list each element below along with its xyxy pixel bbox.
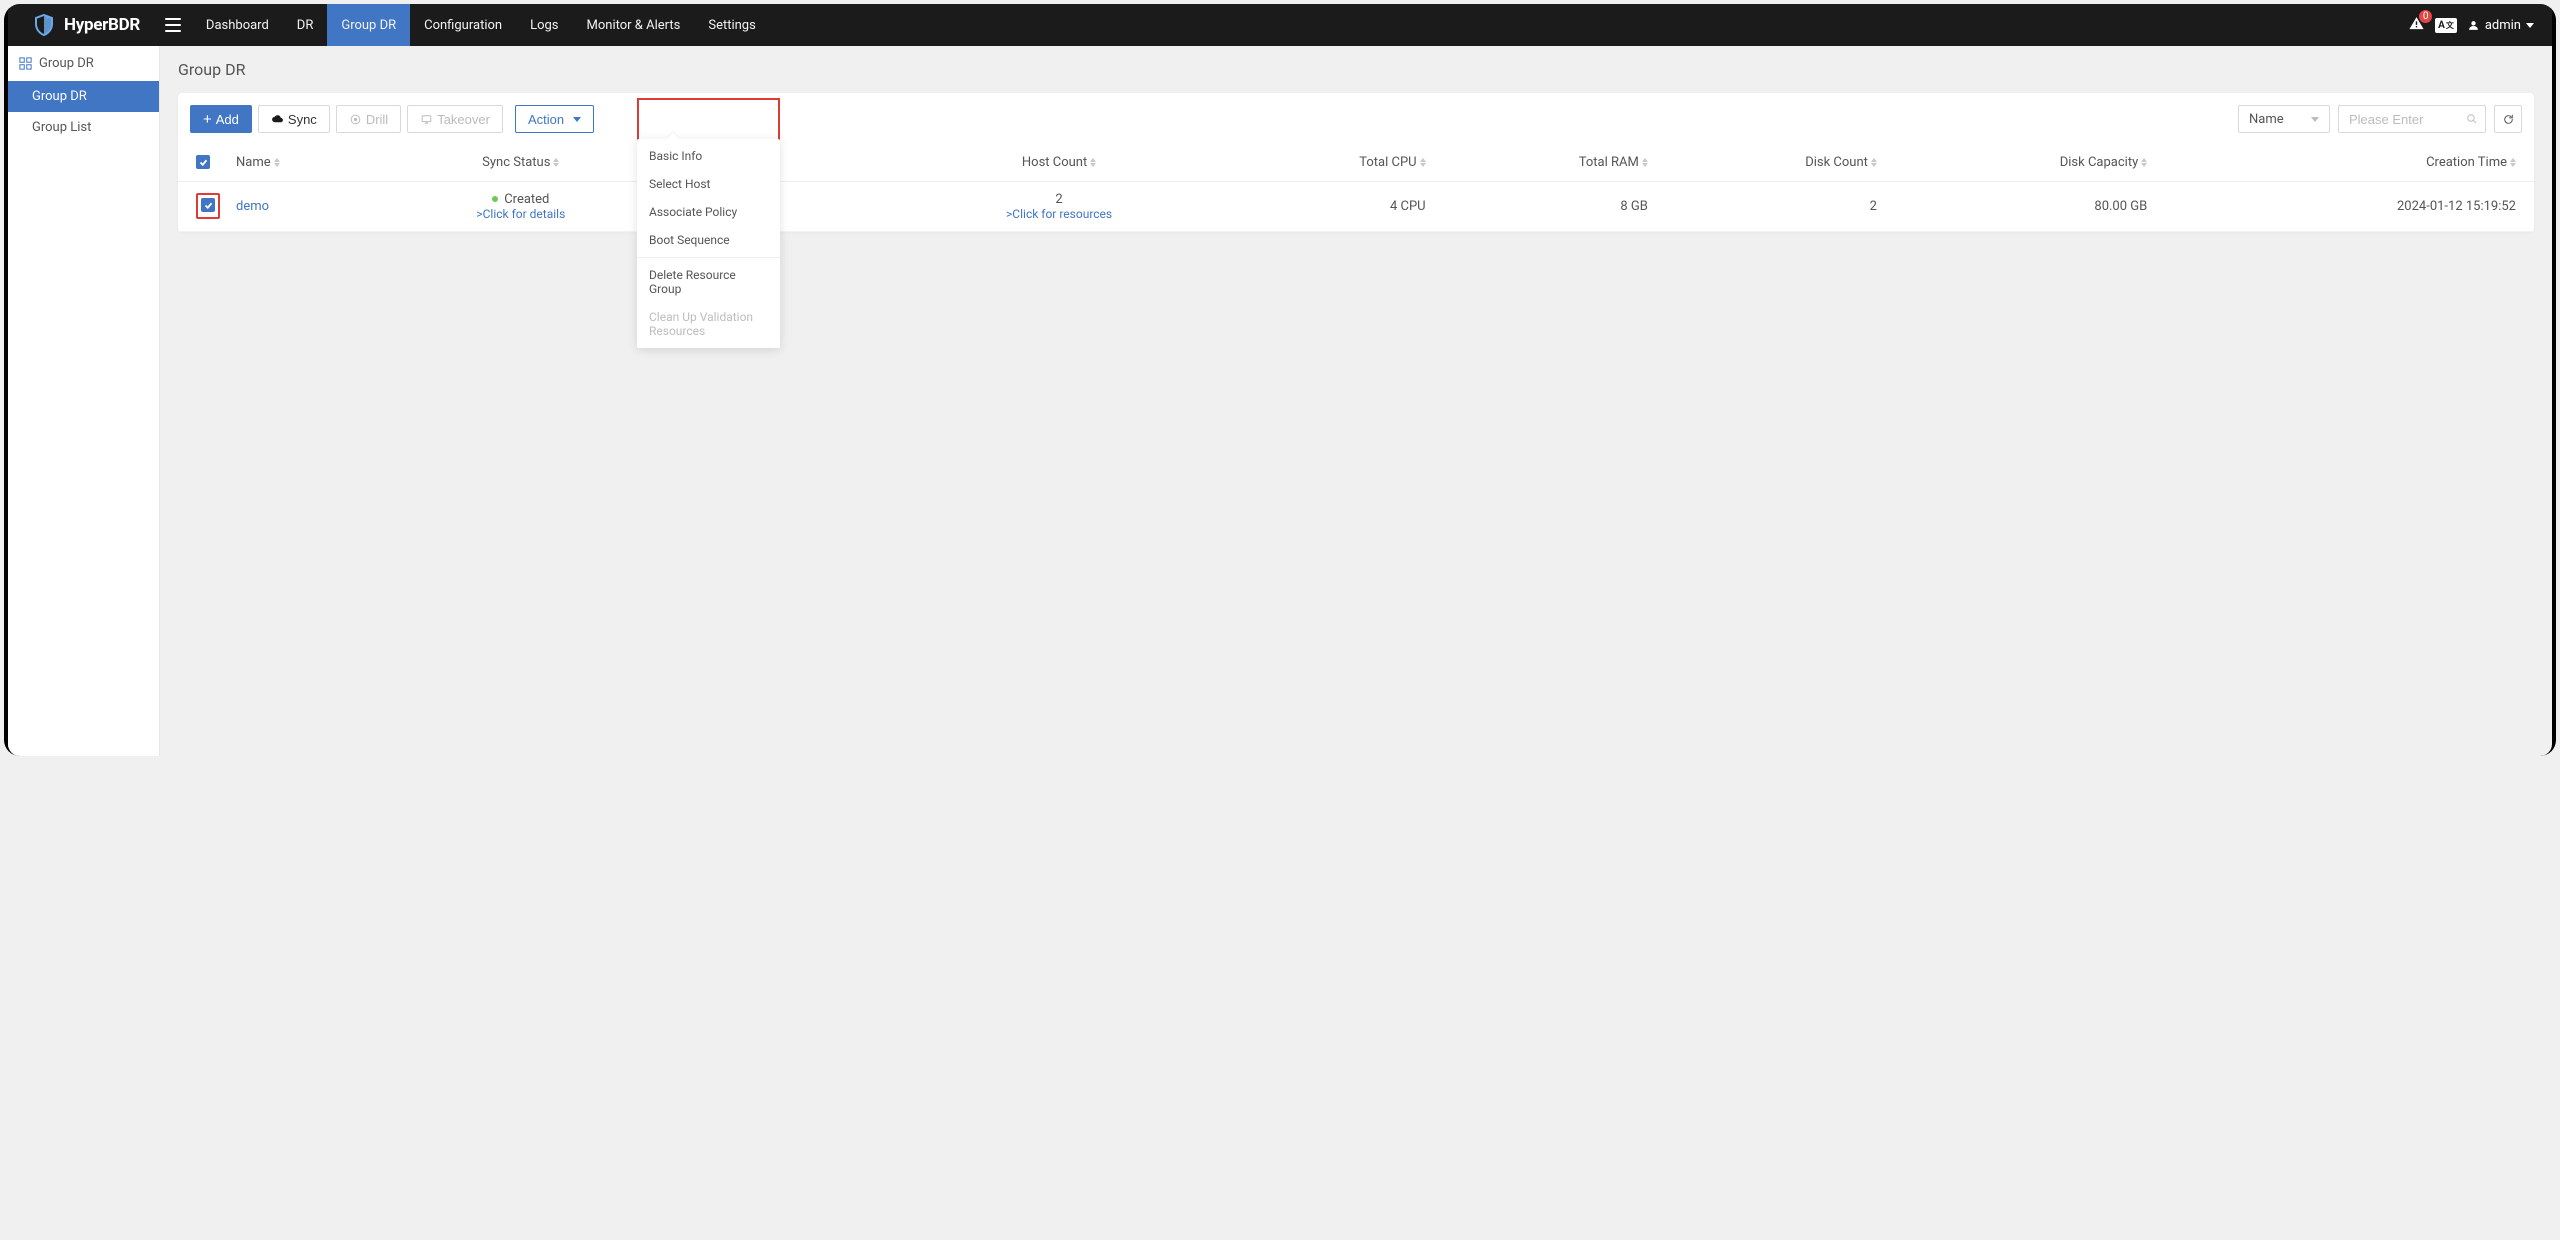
col-creation-time[interactable]: Creation Time: [2155, 145, 2534, 181]
action-basic-info[interactable]: Basic Info: [637, 142, 780, 170]
sidebar: Group DR Group DR Group List: [8, 46, 160, 756]
disk-capacity-text: 80.00 GB: [1885, 181, 2155, 231]
search-box: [2338, 105, 2486, 133]
sidebar-header: Group DR: [8, 46, 159, 81]
search-input[interactable]: [2338, 105, 2486, 133]
nav-dashboard[interactable]: Dashboard: [192, 4, 283, 46]
chevron-down-icon: [2311, 117, 2319, 122]
col-total-cpu[interactable]: Total CPU: [1219, 145, 1434, 181]
top-nav: HyperBDR Dashboard DR Group DR Configura…: [8, 4, 2552, 46]
nav-right: 0 A文 admin: [2408, 15, 2552, 36]
group-table: Name Sync Status Boot Status Host Count …: [178, 145, 2534, 232]
main-content: Group DR +Add Sync Drill: [160, 46, 2552, 756]
col-checkbox: [178, 145, 228, 181]
col-disk-count[interactable]: Disk Count: [1656, 145, 1885, 181]
sort-icon: [1420, 158, 1426, 167]
alert-badge: 0: [2419, 10, 2432, 23]
col-name[interactable]: Name: [228, 145, 384, 181]
nav-monitor-alerts[interactable]: Monitor & Alerts: [573, 4, 695, 46]
col-disk-capacity[interactable]: Disk Capacity: [1885, 145, 2155, 181]
highlight-checkbox: [196, 193, 220, 219]
action-cleanup: Clean Up Validation Resources: [637, 303, 780, 345]
sort-icon: [2141, 158, 2147, 167]
drill-icon: [349, 113, 362, 126]
sync-button[interactable]: Sync: [258, 105, 330, 133]
person-icon: [2467, 19, 2480, 32]
action-select-host[interactable]: Select Host: [637, 170, 780, 198]
username: admin: [2485, 18, 2521, 33]
disk-count-text: 2: [1656, 181, 1885, 231]
total-ram-text: 8 GB: [1434, 181, 1656, 231]
refresh-button[interactable]: [2494, 105, 2522, 133]
user-menu[interactable]: admin: [2467, 18, 2534, 33]
refresh-icon: [2502, 113, 2515, 126]
grid-icon: [18, 56, 33, 71]
search-icon: [2465, 112, 2478, 125]
sync-details-link[interactable]: >Click for details: [476, 207, 565, 221]
action-associate-policy[interactable]: Associate Policy: [637, 198, 780, 226]
language-switcher[interactable]: A文: [2435, 18, 2457, 33]
col-total-ram[interactable]: Total RAM: [1434, 145, 1656, 181]
action-boot-sequence[interactable]: Boot Sequence: [637, 226, 780, 254]
sort-icon: [2510, 158, 2516, 167]
plus-icon: +: [203, 112, 212, 127]
col-host-count[interactable]: Host Count: [900, 145, 1219, 181]
host-resources-link[interactable]: >Click for resources: [1006, 207, 1112, 221]
nav-dr[interactable]: DR: [283, 4, 328, 46]
alerts-button[interactable]: 0: [2408, 15, 2425, 36]
menu-toggle-icon[interactable]: [154, 18, 192, 32]
chevron-down-icon: [2526, 23, 2534, 28]
brand-text: HyperBDR: [64, 15, 140, 35]
toolbar: +Add Sync Drill Takeover: [178, 93, 2534, 145]
takeover-icon: [420, 113, 433, 126]
shield-logo-icon: [32, 13, 56, 37]
sync-status-text: Created: [492, 192, 549, 207]
panel: +Add Sync Drill Takeover: [178, 93, 2534, 232]
page-title: Group DR: [178, 60, 2534, 79]
divider: [637, 257, 780, 258]
table-row: demo Created >Click for details No Task: [178, 181, 2534, 231]
drill-button: Drill: [336, 105, 401, 133]
chevron-down-icon: [573, 117, 581, 122]
sidebar-item-group-dr[interactable]: Group DR: [8, 81, 159, 112]
sort-icon: [553, 158, 559, 167]
sort-icon: [274, 158, 280, 167]
host-count-text: 2: [1055, 192, 1062, 207]
takeover-button: Takeover: [407, 105, 503, 133]
total-cpu-text: 4 CPU: [1219, 181, 1434, 231]
action-delete-group[interactable]: Delete Resource Group: [637, 261, 780, 303]
sort-icon: [1871, 158, 1877, 167]
row-name-link[interactable]: demo: [236, 199, 269, 214]
checkbox-all[interactable]: [196, 155, 210, 169]
col-sync-status[interactable]: Sync Status: [384, 145, 658, 181]
nav-items: Dashboard DR Group DR Configuration Logs…: [192, 4, 770, 46]
action-button[interactable]: Action: [515, 105, 594, 133]
status-dot-icon: [492, 196, 498, 202]
cloud-icon: [271, 113, 284, 126]
row-checkbox[interactable]: [201, 198, 215, 212]
nav-logs[interactable]: Logs: [516, 4, 572, 46]
nav-group-dr[interactable]: Group DR: [327, 4, 410, 46]
add-button[interactable]: +Add: [190, 105, 252, 133]
sort-icon: [1090, 158, 1096, 167]
brand-logo: HyperBDR: [8, 13, 154, 37]
sort-icon: [1642, 158, 1648, 167]
nav-configuration[interactable]: Configuration: [410, 4, 516, 46]
sidebar-item-group-list[interactable]: Group List: [8, 112, 159, 143]
filter-field-select[interactable]: Name: [2238, 105, 2330, 133]
creation-time-text: 2024-01-12 15:19:52: [2155, 181, 2534, 231]
action-dropdown: Basic Info Select Host Associate Policy …: [637, 139, 780, 348]
nav-settings[interactable]: Settings: [694, 4, 769, 46]
